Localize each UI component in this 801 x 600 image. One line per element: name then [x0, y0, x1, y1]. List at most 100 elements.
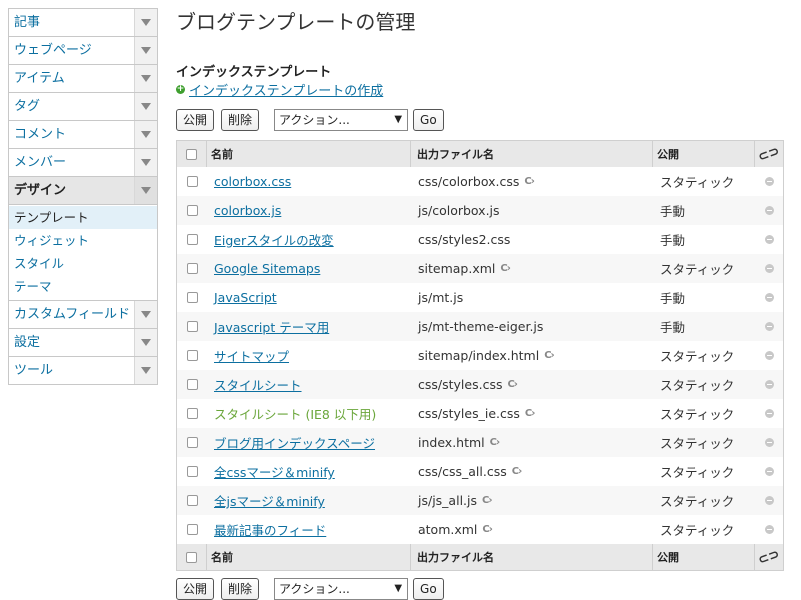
- minus-circle-icon: [764, 438, 774, 447]
- name-cell: colorbox.js: [207, 203, 411, 218]
- rebuild-icon[interactable]: C›: [544, 350, 555, 361]
- action-select[interactable]: アクション... ▼: [274, 109, 409, 131]
- file-cell: sitemap/index.html C›: [411, 348, 653, 363]
- row-checkbox[interactable]: [186, 234, 198, 245]
- templates-table: 名前 出力ファイル名 公開 ⊂⊃ colorbox.css css/colorbo…: [176, 140, 784, 571]
- template-name-link[interactable]: colorbox.css: [214, 174, 291, 189]
- name-cell: スタイルシート: [207, 375, 411, 394]
- template-name-link[interactable]: 最新記事のフィード: [214, 523, 326, 538]
- file-cell: index.html C›: [411, 435, 653, 450]
- row-checkbox[interactable]: [186, 466, 198, 477]
- template-name-link[interactable]: 全jsマージ＆minify: [214, 494, 325, 509]
- submenu-item-themes[interactable]: テーマ: [9, 275, 157, 298]
- template-name-link[interactable]: ブログ用インデックスページ: [214, 436, 375, 451]
- row-checkbox[interactable]: [186, 292, 198, 303]
- create-template-link[interactable]: + インデックステンプレートの作成: [176, 80, 383, 99]
- submenu-item-styles[interactable]: スタイル: [9, 252, 157, 275]
- rebuild-icon[interactable]: C›: [500, 263, 511, 274]
- sidebar-item-tags[interactable]: タグ: [9, 93, 157, 121]
- row-checkbox[interactable]: [186, 379, 198, 390]
- sidebar-item-custom-fields[interactable]: カスタムフィールド: [9, 301, 157, 329]
- row-checkbox[interactable]: [186, 205, 198, 216]
- chevron-down-icon[interactable]: [134, 301, 157, 328]
- table-row: Google Sitemaps sitemap.xml C› スタティック: [177, 254, 783, 283]
- column-header-file[interactable]: 出力ファイル名: [411, 141, 653, 167]
- table-row: Eigerスタイルの改変 css/styles2.css 手動: [177, 225, 783, 254]
- chevron-down-icon[interactable]: [134, 357, 157, 384]
- row-select-cell: [177, 495, 207, 506]
- output-file-name: sitemap.xml: [418, 261, 496, 276]
- chevron-down-icon[interactable]: [134, 37, 157, 64]
- sidebar-item-assets[interactable]: アイテム: [9, 65, 157, 93]
- row-checkbox[interactable]: [186, 321, 198, 332]
- row-checkbox[interactable]: [186, 176, 198, 187]
- chevron-down-icon[interactable]: [134, 121, 157, 148]
- select-all-cell: [177, 544, 207, 570]
- go-button[interactable]: Go: [413, 109, 444, 131]
- action-select[interactable]: アクション... ▼: [274, 578, 409, 600]
- name-cell: スタイルシート (IE8 以下用): [207, 404, 411, 423]
- row-checkbox[interactable]: [186, 437, 198, 448]
- design-submenu: テンプレート ウィジェット スタイル テーマ: [9, 205, 157, 301]
- publish-button[interactable]: 公開: [176, 578, 215, 600]
- delete-button[interactable]: 削除: [221, 578, 260, 600]
- row-checkbox[interactable]: [186, 350, 198, 361]
- sidebar-item-settings[interactable]: 設定: [9, 329, 157, 357]
- column-header-name[interactable]: 名前: [207, 544, 411, 570]
- template-name-link[interactable]: Google Sitemaps: [214, 261, 320, 276]
- template-name-link[interactable]: JavaScript: [214, 290, 277, 305]
- delete-button[interactable]: 削除: [221, 109, 260, 131]
- chevron-down-icon[interactable]: [134, 149, 157, 176]
- submenu-item-widgets[interactable]: ウィジェット: [9, 229, 157, 252]
- rebuild-icon[interactable]: C›: [482, 495, 493, 506]
- column-header-publish[interactable]: 公開: [653, 544, 755, 570]
- template-name-link[interactable]: スタイルシート: [214, 378, 302, 393]
- table-body: colorbox.css css/colorbox.css C› スタティック colo…: [177, 167, 783, 544]
- row-select-cell: [177, 437, 207, 448]
- template-name-link[interactable]: サイトマップ: [214, 349, 289, 364]
- publish-type: 手動: [660, 233, 686, 248]
- row-checkbox[interactable]: [186, 495, 198, 506]
- sidebar-item-members[interactable]: メンバー: [9, 149, 157, 177]
- file-cell: sitemap.xml C›: [411, 261, 653, 276]
- sidebar-item-label: ツール: [14, 363, 54, 378]
- column-header-name[interactable]: 名前: [207, 141, 411, 167]
- row-checkbox[interactable]: [186, 263, 198, 274]
- go-button[interactable]: Go: [413, 578, 444, 600]
- minus-circle-icon: [764, 525, 774, 534]
- template-name-link[interactable]: Eigerスタイルの改変: [214, 233, 334, 248]
- publish-button[interactable]: 公開: [176, 109, 215, 131]
- select-all-checkbox[interactable]: [186, 148, 197, 160]
- sidebar-item-design[interactable]: デザイン: [9, 177, 157, 205]
- chevron-down-icon[interactable]: [134, 177, 157, 204]
- template-name-link[interactable]: 全cssマージ＆minify: [214, 465, 335, 480]
- chevron-down-icon[interactable]: [134, 93, 157, 120]
- chevron-down-icon[interactable]: [134, 9, 157, 36]
- sidebar-item-entries[interactable]: 記事: [9, 9, 157, 37]
- rebuild-icon[interactable]: C›: [524, 176, 535, 187]
- sidebar-item-comments[interactable]: コメント: [9, 121, 157, 149]
- rebuild-icon[interactable]: C›: [482, 524, 493, 535]
- publish-type: スタティック: [660, 494, 735, 509]
- table-row: 全jsマージ＆minify js/js_all.js C› スタティック: [177, 486, 783, 515]
- name-cell: サイトマップ: [207, 346, 411, 365]
- select-all-checkbox[interactable]: [186, 551, 197, 563]
- chevron-down-icon[interactable]: [134, 329, 157, 356]
- rebuild-icon[interactable]: C›: [507, 379, 518, 390]
- rebuild-icon[interactable]: C›: [525, 408, 536, 419]
- output-file-name: index.html: [418, 435, 485, 450]
- column-header-publish[interactable]: 公開: [653, 141, 755, 167]
- row-checkbox[interactable]: [186, 408, 198, 419]
- sidebar-item-tools[interactable]: ツール: [9, 357, 157, 385]
- sidebar-item-webpages[interactable]: ウェブページ: [9, 37, 157, 65]
- column-header-file[interactable]: 出力ファイル名: [411, 544, 653, 570]
- table-footer: 名前 出力ファイル名 公開 ⊂⊃: [177, 544, 783, 570]
- submenu-item-templates[interactable]: テンプレート: [9, 206, 157, 229]
- template-name-link[interactable]: スタイルシート (IE8 以下用): [214, 407, 376, 422]
- rebuild-icon[interactable]: C›: [490, 437, 501, 448]
- template-name-link[interactable]: Javascript テーマ用: [214, 320, 329, 335]
- row-checkbox[interactable]: [186, 524, 198, 535]
- rebuild-icon[interactable]: C›: [512, 466, 523, 477]
- chevron-down-icon[interactable]: [134, 65, 157, 92]
- template-name-link[interactable]: colorbox.js: [214, 203, 281, 218]
